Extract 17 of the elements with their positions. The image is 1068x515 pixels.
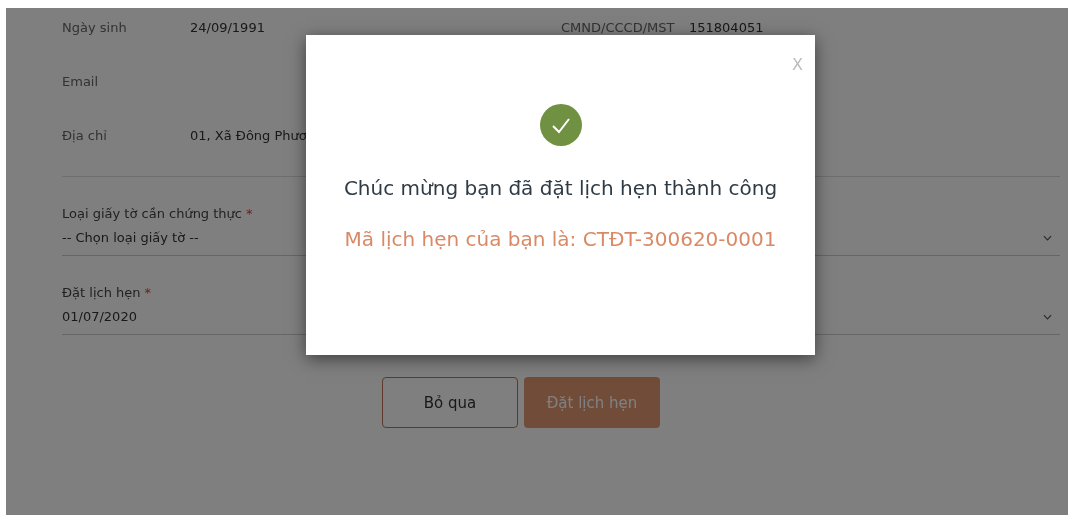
field-label: Loại giấy tờ cần chứng thực — [62, 206, 242, 221]
field-value: 151804051 — [689, 19, 764, 35]
required-mark: * — [144, 285, 151, 300]
chevron-down-icon — [1043, 313, 1052, 320]
required-mark: * — [246, 206, 253, 221]
field-label: Đặt lịch hẹn — [62, 285, 141, 300]
field-label: CMND/CCCD/MST — [561, 19, 676, 35]
field-label: Email — [62, 73, 100, 89]
check-circle-icon — [539, 104, 582, 146]
dialog-title: Chúc mừng bạn đã đặt lịch hẹn thành công — [343, 176, 778, 200]
field-value: 24/09/1991 — [190, 19, 265, 35]
field-label: Địa chỉ — [62, 127, 108, 143]
field-value: 01, Xã Đông Phươ — [190, 127, 307, 143]
chevron-down-icon — [1043, 234, 1052, 241]
skip-button[interactable]: Bỏ qua — [382, 377, 518, 428]
appointment-code: Mã lịch hẹn của bạn là: CTĐT-300620-0001 — [344, 227, 777, 251]
field-label: Ngày sinh — [62, 19, 128, 35]
